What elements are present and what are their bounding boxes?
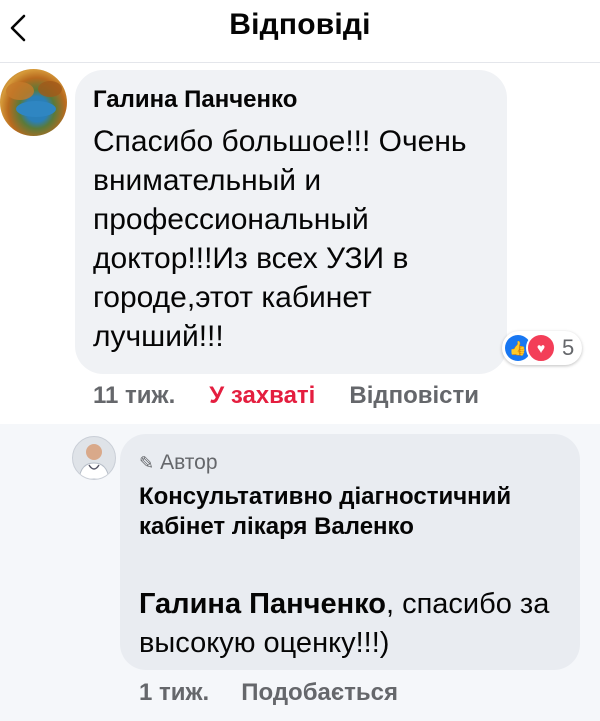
comment-actions: 11 тиж. У захваті Відповісти xyxy=(93,382,513,410)
comment-text: Спасибо большое!!! Очень внимательный и … xyxy=(93,125,467,353)
reply-avatar[interactable] xyxy=(72,436,116,480)
comment-time: 11 тиж. xyxy=(93,382,176,409)
header: Відповіді xyxy=(0,0,600,63)
love-reaction-icon: ♥ xyxy=(526,333,556,363)
landscape-photo-icon xyxy=(6,81,62,117)
reactions-summary[interactable]: 👍 ♥ 5 xyxy=(502,331,583,365)
reply-mention[interactable]: Галина Панченко xyxy=(139,588,386,620)
doctor-photo-icon xyxy=(78,444,110,479)
page-title: Відповіді xyxy=(229,8,371,41)
like-button[interactable]: У захваті xyxy=(209,382,315,410)
reply-time: 1 тиж. xyxy=(139,679,210,706)
author-badge: ✎ Автор xyxy=(139,451,218,475)
avatar[interactable] xyxy=(0,69,67,136)
reply-author[interactable]: Консультативно діагностичний кабінет лік… xyxy=(139,482,569,542)
reply-button[interactable]: Відповісти xyxy=(349,382,479,410)
comment-author[interactable]: Галина Панченко xyxy=(93,86,297,114)
reply-actions: 1 тиж. Подобається xyxy=(139,679,430,707)
pencil-icon: ✎ xyxy=(139,452,155,473)
author-badge-label: Автор xyxy=(160,451,218,474)
reply-like-button[interactable]: Подобається xyxy=(241,679,398,707)
reaction-count: 5 xyxy=(562,335,575,360)
reply-text: Галина Панченко, спасибо за высокую оцен… xyxy=(139,585,569,663)
